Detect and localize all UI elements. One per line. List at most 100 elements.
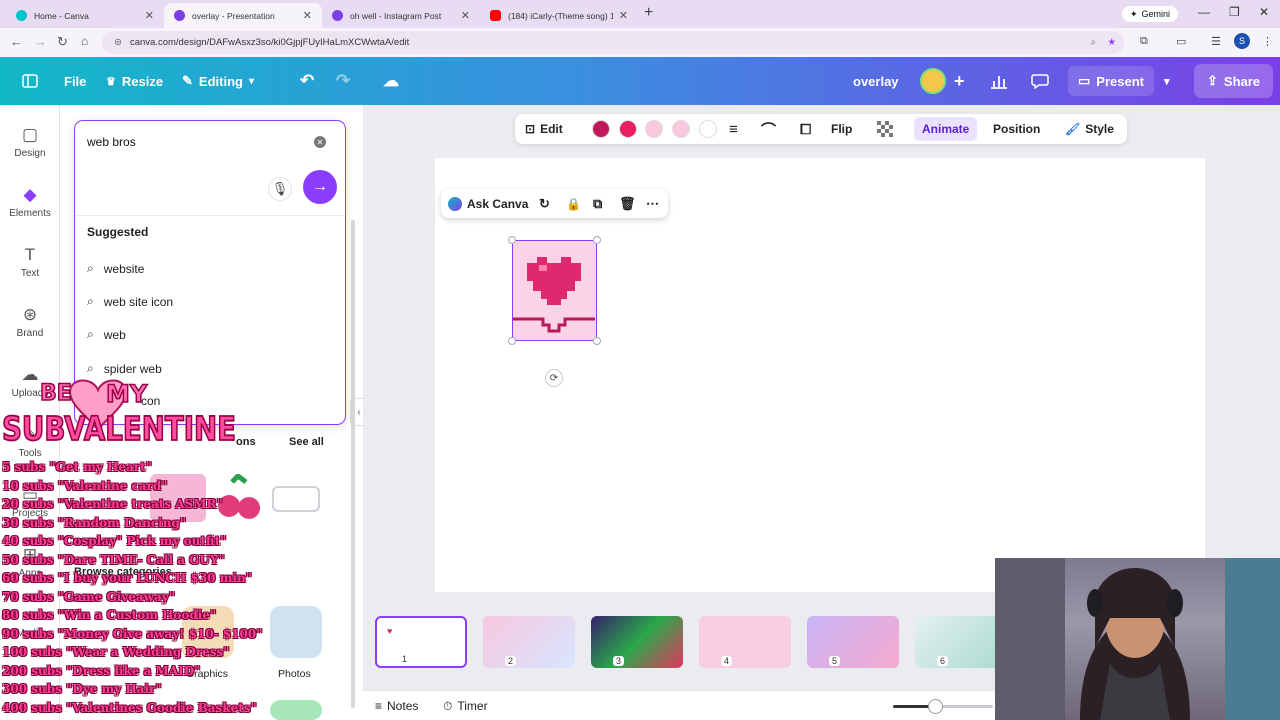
toggle-sidebar-icon[interactable] xyxy=(22,57,38,105)
panel-scrollbar[interactable] xyxy=(350,214,356,714)
page-thumb-1[interactable]: ♥ 1 xyxy=(375,616,467,668)
resize-button[interactable]: ♛ Resize xyxy=(106,57,163,105)
url-bar[interactable]: ⊜ canva.com/design/DAFwAsxz3so/ki0GjpjFU… xyxy=(102,31,1124,54)
resize-handle[interactable] xyxy=(593,236,601,244)
browser-tab-instagram-post[interactable]: oh well - Instagram Post ✕ xyxy=(322,3,480,28)
close-tab-icon[interactable]: ✕ xyxy=(461,9,470,22)
resize-handle[interactable] xyxy=(593,337,601,345)
ask-canva-button[interactable]: Ask Canva xyxy=(448,189,528,218)
share-button[interactable]: ⇪ Share xyxy=(1194,64,1274,98)
svg-text:MY: MY xyxy=(106,380,148,408)
regenerate-icon[interactable]: ↻ xyxy=(539,189,550,218)
maximize-window-icon[interactable]: ❐ xyxy=(1229,5,1240,19)
search-input[interactable]: web bros xyxy=(87,135,136,149)
close-tab-icon[interactable]: ✕ xyxy=(303,9,312,22)
design-title[interactable]: overlay xyxy=(853,57,899,105)
present-button[interactable]: ▭ Present xyxy=(1068,66,1154,96)
page-thumb-3[interactable]: 3 xyxy=(591,616,683,668)
duplicate-icon[interactable]: ⧉ xyxy=(593,189,602,218)
style-button[interactable]: 🖌 Style xyxy=(1065,114,1114,144)
zoom-icon[interactable]: ⌕ xyxy=(1091,37,1096,48)
resize-handle[interactable] xyxy=(508,337,516,345)
new-tab-button[interactable]: + xyxy=(644,4,653,22)
close-tab-icon[interactable]: ✕ xyxy=(145,9,154,22)
gemini-button[interactable]: ✦ Gemini xyxy=(1122,6,1179,22)
timer-button[interactable]: ⏱ Timer xyxy=(443,691,488,720)
lock-icon[interactable]: 🔒 xyxy=(566,189,581,218)
rail-item-elements[interactable]: ◆ Elements xyxy=(0,185,60,219)
zoom-slider[interactable] xyxy=(893,699,993,714)
back-arrow-icon[interactable]: ← xyxy=(10,34,23,49)
flip-button[interactable]: Flip xyxy=(831,114,852,144)
more-options-icon[interactable]: ⋯ xyxy=(646,189,659,218)
color-swatch[interactable] xyxy=(592,120,610,138)
line-weight-icon[interactable]: ≡ xyxy=(729,114,738,144)
notes-button[interactable]: ≡ Notes xyxy=(375,691,418,720)
close-tab-icon[interactable]: ✕ xyxy=(619,9,628,22)
user-avatar[interactable] xyxy=(920,68,946,94)
rail-item-brand[interactable]: ⊛ Brand xyxy=(0,305,60,339)
present-options-chevron-icon[interactable]: ▾ xyxy=(1164,57,1170,105)
forward-arrow-icon[interactable]: → xyxy=(34,34,47,49)
microphone-icon[interactable]: 🎙 xyxy=(268,177,292,201)
profile-avatar[interactable]: S xyxy=(1234,33,1250,49)
page-thumb-5[interactable]: 5 xyxy=(807,616,899,668)
see-all-link[interactable]: See all xyxy=(289,436,324,448)
selected-heart-sticker[interactable] xyxy=(508,236,601,345)
category-tile-partial[interactable] xyxy=(270,700,322,720)
position-button[interactable]: Position xyxy=(993,114,1040,144)
add-collaborator-icon[interactable]: + xyxy=(954,57,965,105)
style-label: Style xyxy=(1085,122,1114,136)
edit-button[interactable]: ⊡ Edit xyxy=(525,114,563,144)
resize-handle[interactable] xyxy=(508,236,516,244)
color-swatch[interactable] xyxy=(699,120,717,138)
reload-icon[interactable]: ↻ xyxy=(57,34,68,50)
browser-tab-overlay[interactable]: overlay - Presentation ✕ xyxy=(164,3,322,28)
crop-icon[interactable]: ⧠ xyxy=(800,114,811,144)
file-menu-button[interactable]: File xyxy=(64,57,86,105)
color-swatch[interactable] xyxy=(645,120,663,138)
category-photos-label: Photos xyxy=(278,668,311,680)
svg-text:BE: BE xyxy=(40,381,72,406)
downloads-icon[interactable]: ☰ xyxy=(1211,35,1221,48)
timer-label: Timer xyxy=(457,699,488,713)
search-submit-arrow-icon[interactable]: → xyxy=(303,170,337,204)
bookmark-star-icon[interactable]: ★ xyxy=(1107,37,1116,48)
page-thumb-2[interactable]: 2 xyxy=(483,616,575,668)
editing-mode-button[interactable]: ✎ Editing ▾ xyxy=(182,57,254,105)
close-window-icon[interactable]: ✕ xyxy=(1259,5,1269,19)
redo-icon[interactable]: ↷ xyxy=(336,57,350,105)
element-thumb-frame[interactable] xyxy=(272,486,320,512)
suggestion-item[interactable]: ⌕ web xyxy=(87,327,126,342)
extensions-puzzle-icon[interactable]: ⧉ xyxy=(1140,35,1148,48)
rotate-handle-icon[interactable]: ⟳ xyxy=(545,369,563,387)
suggestion-item[interactable]: ⌕ website xyxy=(87,261,144,276)
delete-trash-icon[interactable]: 🗑 xyxy=(619,189,636,218)
media-control-icon[interactable]: ▭ xyxy=(1176,35,1186,48)
site-info-icon[interactable]: ⊜ xyxy=(114,37,122,48)
page-thumb-6[interactable]: 6 xyxy=(915,616,1007,668)
analytics-icon[interactable] xyxy=(990,57,1008,105)
home-icon[interactable]: ⌂ xyxy=(81,34,88,48)
browser-tab-home-canva[interactable]: Home - Canva ✕ xyxy=(6,3,164,28)
minimize-window-icon[interactable]: — xyxy=(1198,5,1210,19)
zoom-slider-knob[interactable] xyxy=(928,699,943,714)
cloud-saved-icon[interactable]: ☁ xyxy=(383,57,399,105)
color-swatch[interactable] xyxy=(619,120,637,138)
divider xyxy=(75,215,345,216)
color-swatch[interactable] xyxy=(672,120,690,138)
browser-tab-youtube[interactable]: (184) iCarly-(Theme song) 1080 ✕ xyxy=(480,3,638,28)
chevron-down-icon: ▾ xyxy=(248,75,254,87)
suggestion-item[interactable]: ⌕ web site icon xyxy=(87,294,173,309)
page-thumb-4[interactable]: 4 xyxy=(699,616,791,668)
clear-search-icon[interactable]: ✕ xyxy=(314,136,326,148)
transparency-icon[interactable] xyxy=(877,114,893,144)
category-photos-tile[interactable] xyxy=(270,606,322,658)
corner-rounding-icon[interactable]: ⌒ xyxy=(761,114,776,144)
animate-button[interactable]: Animate xyxy=(914,117,978,141)
undo-icon[interactable]: ↶ xyxy=(300,57,314,105)
browser-menu-icon[interactable]: ⋮ xyxy=(1262,35,1273,48)
comments-icon[interactable] xyxy=(1031,57,1049,105)
rail-item-design[interactable]: ▢ Design xyxy=(0,125,60,159)
rail-item-text[interactable]: T Text xyxy=(0,245,60,279)
